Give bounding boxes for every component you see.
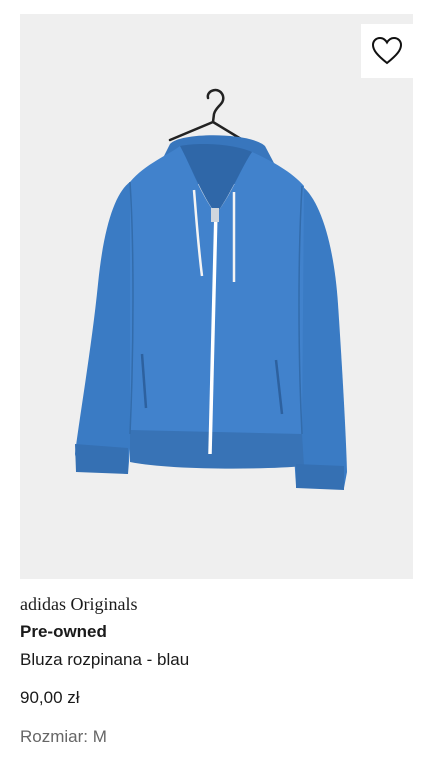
hoodie-image: [75, 88, 347, 490]
hanger-graphic: [168, 88, 248, 144]
product-price: 90,00 zł: [20, 688, 80, 707]
wishlist-button[interactable]: [361, 24, 413, 78]
product-brand[interactable]: adidas Originals: [20, 594, 137, 615]
product-condition: Pre-owned: [20, 622, 107, 641]
heart-icon: [371, 36, 403, 65]
product-card[interactable]: adidas Originals Pre-owned Bluza rozpina…: [0, 0, 422, 774]
product-size: Rozmiar: M: [20, 727, 107, 746]
product-image[interactable]: [20, 14, 413, 579]
product-title[interactable]: Bluza rozpinana - blau: [20, 650, 189, 670]
